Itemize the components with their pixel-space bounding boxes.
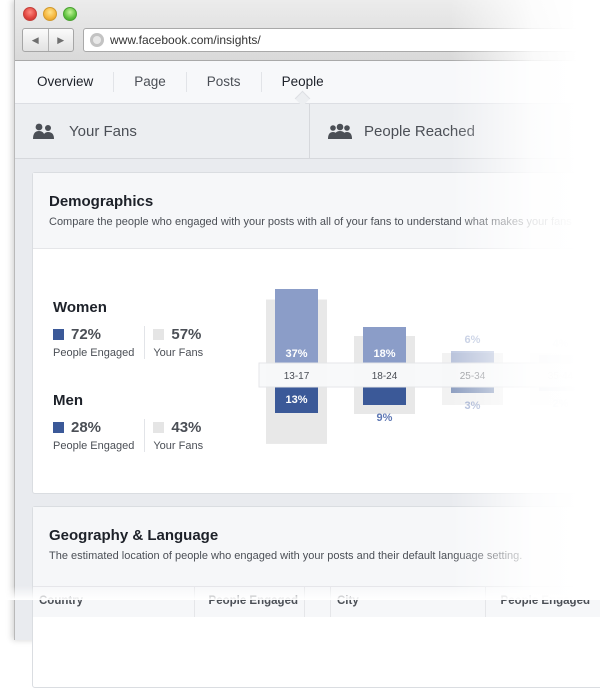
men-stats: Men 28% People Engaged 43% Your Fans (53, 392, 213, 452)
men-fans-value: 43% (171, 419, 202, 436)
men-bar (539, 387, 582, 391)
women-value-label: 18% (373, 348, 395, 360)
women-stats: Women 72% People Engaged 57% Your Fans (53, 299, 213, 359)
column-people-engaged[interactable]: People Engaged (195, 587, 305, 617)
page-content: Overview Page Posts People Your Fans Peo… (15, 61, 600, 688)
age-tick-label: 18-24 (372, 371, 398, 382)
tab-overview[interactable]: Overview (15, 72, 115, 92)
men-value-label: 2% (553, 398, 569, 410)
column-spacer (305, 587, 331, 617)
women-fans-stat: 57% Your Fans (144, 326, 213, 359)
women-value-label: 4% (553, 338, 569, 350)
back-button[interactable]: ◀ (23, 29, 48, 51)
age-tick-label: 25-34 (460, 371, 486, 382)
back-arrow-icon: ◀ (31, 34, 39, 45)
women-fans-label: Your Fans (153, 347, 204, 359)
people-subnav: Your Fans People Reached (15, 104, 600, 159)
demographics-card: Demographics Compare the people who enga… (32, 172, 600, 494)
men-value-label: 9% (377, 412, 393, 424)
women-engaged-stat: 72% People Engaged (53, 326, 144, 359)
men-engaged-value: 28% (71, 419, 102, 436)
minimize-window-button[interactable] (43, 7, 57, 21)
geography-card: Geography & Language The estimated locat… (32, 506, 600, 688)
men-fans-label: Your Fans (153, 440, 204, 452)
men-value-label: 3% (465, 400, 481, 412)
column-city-people-engaged[interactable]: People Engaged (486, 587, 596, 617)
engaged-swatch-icon (53, 422, 64, 433)
close-window-button[interactable] (23, 7, 37, 21)
geography-header: Geography & Language The estimated locat… (33, 507, 600, 587)
women-bar (539, 355, 582, 363)
geography-table-header: Country People Engaged City People Engag… (33, 587, 600, 617)
subtab-label: Your Fans (69, 122, 137, 140)
age-tick-label: 35-44 (548, 371, 574, 382)
tab-posts[interactable]: Posts (187, 72, 262, 92)
tab-page[interactable]: Page (114, 72, 187, 92)
women-engaged-label: People Engaged (53, 347, 135, 359)
women-bar (451, 351, 494, 363)
women-fans-value: 57% (171, 326, 202, 343)
three-people-icon (328, 123, 352, 139)
men-fans-stat: 43% Your Fans (144, 419, 213, 452)
women-value-label: 6% (465, 334, 481, 346)
men-bar (451, 387, 494, 393)
women-engaged-value: 72% (71, 326, 102, 343)
men-engaged-label: People Engaged (53, 440, 135, 452)
fans-swatch-icon (153, 329, 165, 340)
browser-toolbar: ◀ ▶ www.facebook.com/insights/ (15, 0, 600, 61)
men-engaged-stat: 28% People Engaged (53, 419, 144, 452)
geography-description: The estimated location of people who eng… (49, 550, 523, 562)
address-bar[interactable]: www.facebook.com/insights/ (83, 28, 600, 52)
geography-title: Geography & Language (49, 527, 219, 544)
column-country[interactable]: Country (33, 587, 195, 617)
men-title: Men (53, 392, 83, 409)
forward-button[interactable]: ▶ (47, 29, 74, 51)
age-tick-label: 13-17 (284, 371, 310, 382)
subtab-label: People Reached (364, 122, 475, 140)
subtab-people-reached[interactable]: People Reached (310, 104, 600, 158)
insights-nav: Overview Page Posts People (15, 61, 600, 104)
zoom-window-button[interactable] (63, 7, 77, 21)
engaged-swatch-icon (53, 329, 64, 340)
subtab-your-fans[interactable]: Your Fans (15, 104, 310, 158)
men-value-label: 13% (285, 394, 307, 406)
column-city[interactable]: City (331, 587, 486, 617)
url-text[interactable]: www.facebook.com/insights/ (110, 33, 261, 47)
globe-icon (90, 33, 104, 47)
tab-people[interactable]: People (262, 72, 344, 92)
men-bar (363, 387, 406, 405)
two-people-icon (33, 123, 55, 139)
fans-swatch-icon (153, 422, 165, 433)
history-buttons: ◀ ▶ (22, 28, 74, 52)
forward-arrow-icon: ▶ (57, 34, 65, 45)
browser-window: ◀ ▶ www.facebook.com/insights/ Overview … (14, 0, 600, 688)
women-value-label: 37% (285, 348, 307, 360)
women-title: Women (53, 299, 107, 316)
